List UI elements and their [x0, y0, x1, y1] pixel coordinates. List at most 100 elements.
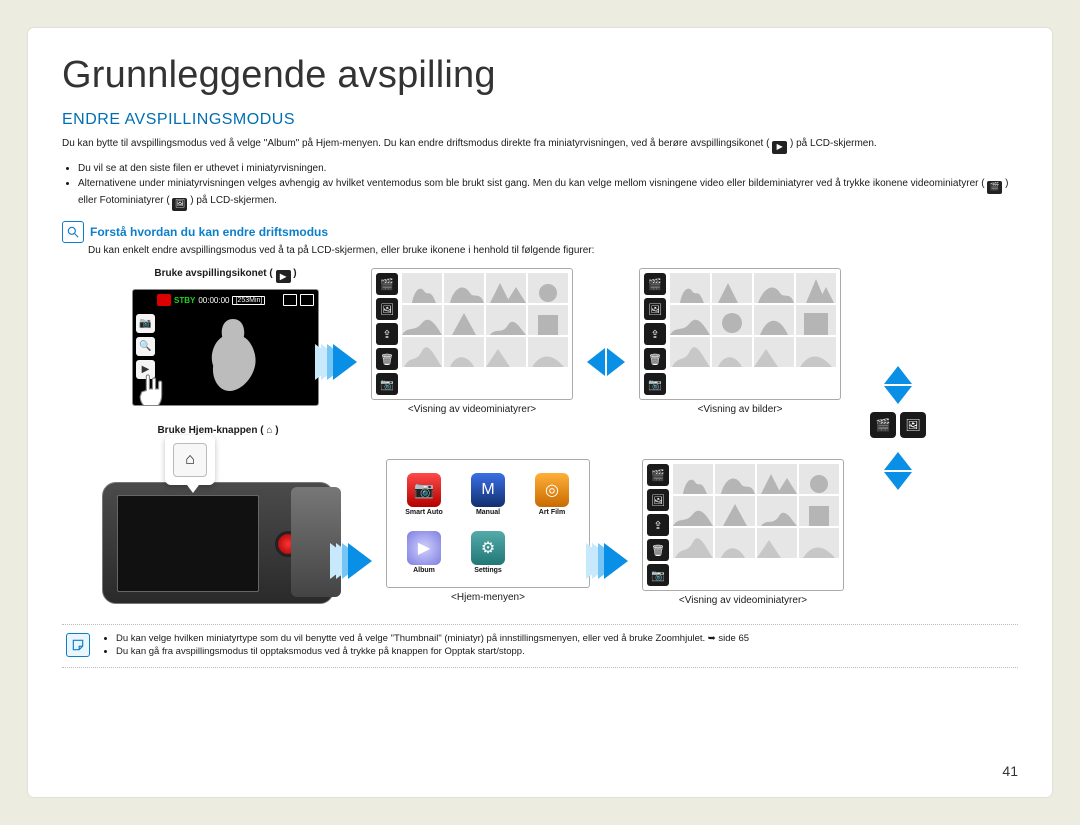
app-smart-auto[interactable]: 📷Smart Auto — [405, 473, 442, 516]
share-icon[interactable]: ⇪ — [647, 514, 669, 536]
thumb-cell[interactable] — [715, 528, 755, 558]
video-mode-icon[interactable]: 🎬 — [647, 464, 669, 486]
camera-screen — [117, 495, 259, 592]
thumb-cell[interactable] — [799, 496, 839, 526]
thumb-cell[interactable] — [670, 337, 710, 367]
thumb-cell[interactable] — [402, 305, 442, 335]
arrow-up-down-icon — [884, 452, 912, 490]
lcd-block: Bruke avspillingsikonet ( ▶ ) STBY 00:00… — [132, 268, 319, 406]
manual-icon: M — [471, 473, 505, 507]
thumb-cell[interactable] — [757, 496, 797, 526]
thumb-cell[interactable] — [796, 273, 836, 303]
thumb-cell[interactable] — [444, 273, 484, 303]
intro-text: Du kan bytte til avspillingsmodus ved å … — [62, 137, 1018, 154]
delete-icon[interactable]: 🗑 — [644, 348, 666, 370]
thumb-cell[interactable] — [444, 337, 484, 367]
thumb-cell[interactable] — [486, 305, 526, 335]
thumb-side-icons: 🎬 🖼 ⇪ 🗑 📷 — [376, 273, 398, 395]
video-mode-icon[interactable]: 🎬 — [870, 412, 896, 438]
thumb-cell[interactable] — [670, 273, 710, 303]
home-button[interactable]: ⌂ — [173, 443, 207, 477]
video-thumbnail-view: 🎬 🖼 ⇪ 🗑 📷 — [371, 268, 573, 400]
art-film-icon: ◎ — [535, 473, 569, 507]
camera-illustration: ⌂ — [102, 482, 334, 604]
photo-mode-icon[interactable]: 🖼 — [647, 489, 669, 511]
bullet-2c: ) på LCD-skjermen. — [190, 195, 277, 206]
thumb-cell[interactable] — [715, 464, 755, 494]
thumb-cell[interactable] — [757, 528, 797, 558]
lcd-preview: STBY 00:00:00 [253Min] 📷 🔍 ▶ — [132, 289, 319, 406]
thumb-cell[interactable] — [673, 528, 713, 558]
arrow-left-icon — [587, 348, 605, 376]
thumb-cell[interactable] — [754, 305, 794, 335]
camera-lens — [291, 487, 341, 597]
delete-icon[interactable]: 🗑 — [376, 348, 398, 370]
thumb-cell[interactable] — [712, 305, 752, 335]
thumb-cell[interactable] — [796, 305, 836, 335]
app-album[interactable]: ▶Album — [407, 531, 441, 574]
thumb-cell[interactable] — [528, 305, 568, 335]
switch-mode-icons: 🎬 🖼 — [870, 412, 926, 438]
thumb-cell[interactable] — [402, 273, 442, 303]
video-mode-icon[interactable]: 🎬 — [644, 273, 666, 295]
battery-icon — [300, 294, 314, 306]
thumb-cell[interactable] — [486, 337, 526, 367]
fig2-title-tail: ) — [275, 425, 278, 436]
intro-part1: Du kan bytte til avspillingsmodus ved å … — [62, 138, 769, 149]
smart-auto-icon: 📷 — [407, 473, 441, 507]
camera-icon[interactable]: 📷 — [376, 373, 398, 395]
lcd-statusbar: STBY 00:00:00 [253Min] — [157, 294, 265, 306]
thumb-cell[interactable] — [673, 464, 713, 494]
playback-icon: ▶ — [276, 270, 291, 283]
subtitle-row: Forstå hvordan du kan endre driftsmodus — [62, 221, 1018, 243]
video-thumb-block: 🎬 🖼 ⇪ 🗑 📷 — [371, 268, 573, 415]
share-icon[interactable]: ⇪ — [644, 323, 666, 345]
arrow-right-icon — [604, 543, 628, 579]
delete-icon[interactable]: 🗑 — [647, 539, 669, 561]
zoom-icon[interactable]: 🔍 — [136, 337, 155, 356]
mode-icon[interactable]: 📷 — [136, 314, 155, 333]
thumb-cell[interactable] — [444, 305, 484, 335]
magnifier-icon — [62, 221, 84, 243]
bullet-2a: Alternativene under miniatyrvisningen ve… — [78, 178, 985, 189]
note-1: Du kan velge hvilken miniatyrtype som du… — [116, 633, 749, 646]
app-manual[interactable]: MManual — [471, 473, 505, 516]
thumb-cell[interactable] — [796, 337, 836, 367]
thumb-cell[interactable] — [528, 273, 568, 303]
camera-icon[interactable]: 📷 — [647, 564, 669, 586]
subtitle-desc: Du kan enkelt endre avspillingsmodus ved… — [88, 245, 1018, 256]
app-label: Art Film — [539, 509, 565, 516]
album-icon: ▶ — [407, 531, 441, 565]
settings-icon: ⚙ — [471, 531, 505, 565]
arrow-up-icon — [884, 366, 912, 384]
note-box: Du kan velge hvilken miniatyrtype som du… — [62, 624, 1018, 668]
camera-icon[interactable]: 📷 — [644, 373, 666, 395]
thumb-cell[interactable] — [673, 496, 713, 526]
photo-mode-icon[interactable]: 🖼 — [376, 298, 398, 320]
thumb-cell[interactable] — [799, 528, 839, 558]
video-mode-icon[interactable]: 🎬 — [376, 273, 398, 295]
thumb-cell[interactable] — [486, 273, 526, 303]
thumb-cell[interactable] — [712, 337, 752, 367]
app-art-film[interactable]: ◎ Art Film — [535, 473, 569, 516]
arrow-up-icon — [884, 452, 912, 470]
photo-mode-icon[interactable]: 🖼 — [644, 298, 666, 320]
thumb-cell[interactable] — [715, 496, 755, 526]
video-thumb-icon: 🎬 — [987, 181, 1002, 194]
subject-silhouette — [188, 310, 278, 400]
lcd-top-right — [283, 294, 314, 306]
app-settings[interactable]: ⚙Settings — [471, 531, 505, 574]
thumb-cell[interactable] — [754, 337, 794, 367]
thumb-cell[interactable] — [528, 337, 568, 367]
photo-thumb-caption: <Visning av bilder> — [698, 404, 783, 415]
thumb-cell[interactable] — [754, 273, 794, 303]
thumb-cell[interactable] — [402, 337, 442, 367]
photo-mode-icon[interactable]: 🖼 — [900, 412, 926, 438]
card-icon — [283, 294, 297, 306]
thumb-cell[interactable] — [670, 305, 710, 335]
thumb-cell[interactable] — [712, 273, 752, 303]
playback-icon: ▶ — [772, 141, 787, 154]
share-icon[interactable]: ⇪ — [376, 323, 398, 345]
thumb-side-icons: 🎬 🖼 ⇪ 🗑 📷 — [644, 273, 666, 395]
home-button-callout: ⌂ — [165, 435, 215, 485]
